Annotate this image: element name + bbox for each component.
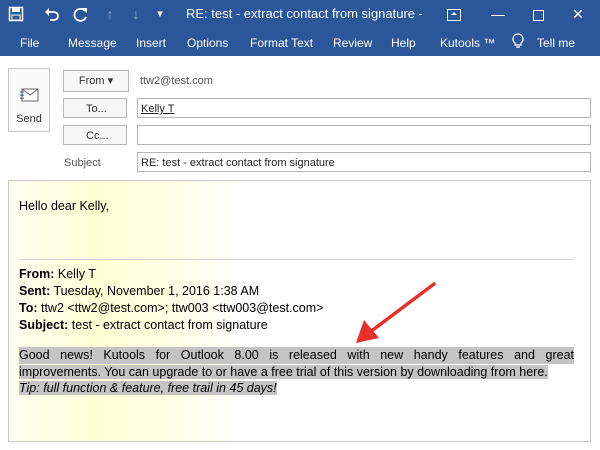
tab-review[interactable]: Review [333,36,372,50]
title-bar: ↑ ↓ ▾ RE: test - extract contact from si… [0,0,600,28]
quoted-sent-value: Tuesday, November 1, 2016 1:38 AM [50,284,260,298]
ribbon-display-options-button[interactable] [432,0,476,28]
tab-message[interactable]: Message [68,36,117,50]
quote-divider [19,259,574,260]
minimize-button[interactable]: — [476,0,520,28]
subject-label: Subject [64,157,101,169]
to-button[interactable]: To... [63,98,127,118]
quoted-sent-label: Sent: [19,284,51,298]
greeting-text: Hello dear Kelly, [19,199,110,213]
to-recipient[interactable]: Kelly T [141,103,174,115]
from-address: ttw2@test.com [140,75,213,87]
quoted-from-value: Kelly T [54,267,96,281]
tip-text: Tip: full function & feature, free trail… [19,381,277,395]
send-label: Send [16,113,42,125]
lightbulb-icon [512,33,524,53]
subject-field[interactable]: RE: test - extract contact from signatur… [137,152,591,172]
undo-icon[interactable] [44,6,60,22]
tab-kutools[interactable]: Kutools ™ [440,36,495,50]
news-paragraph: Good news! Kutools for Outlook 8.00 is r… [19,347,574,381]
save-icon[interactable] [8,6,24,22]
tab-file[interactable]: File [20,36,39,50]
quoted-to-value: ttw2 <ttw2@test.com>; ttw003 <ttw003@tes… [37,301,324,315]
ribbon-tabs: File Message Insert Options Format Text … [0,28,600,56]
arrow-up-icon[interactable]: ↑ [102,6,118,22]
quoted-subject-label: Subject: [19,318,69,332]
tab-format-text[interactable]: Format Text [250,36,313,50]
maximize-button[interactable] [516,0,560,28]
quoted-to-label: To: [19,301,38,315]
quoted-subject-value: test - extract contact from signature [68,318,268,332]
close-button[interactable]: ✕ [556,0,600,28]
quoted-sent: Sent: Tuesday, November 1, 2016 1:38 AM [19,284,259,298]
from-button[interactable]: From ▾ [63,70,129,92]
send-button[interactable]: Send [8,68,50,132]
quoted-subject: Subject: test - extract contact from sig… [19,318,268,332]
quoted-from-label: From: [19,267,55,281]
news-line-2: improvements. You can upgrade to or have… [19,365,548,379]
customize-quick-access-icon[interactable]: ▾ [152,6,168,22]
tab-help[interactable]: Help [391,36,416,50]
window-title: RE: test - extract contact from signatur… [186,6,422,21]
to-field[interactable]: Kelly T [137,98,591,118]
news-line-1: Good news! Kutools for Outlook 8.00 is r… [19,347,574,364]
cc-button[interactable]: Cc... [63,125,127,145]
annotation-arrow-icon [356,282,436,343]
cc-field[interactable] [137,125,591,145]
tab-insert[interactable]: Insert [136,36,166,50]
message-body[interactable]: Hello dear Kelly, From: Kelly T Sent: Tu… [8,180,591,442]
send-envelope-icon [20,87,40,110]
tell-me-search[interactable]: Tell me [537,36,575,50]
quoted-from: From: Kelly T [19,267,96,281]
quoted-to: To: ttw2 <ttw2@test.com>; ttw003 <ttw003… [19,301,323,315]
arrow-down-icon[interactable]: ↓ [128,6,144,22]
tab-options[interactable]: Options [187,36,228,50]
redo-icon[interactable] [73,6,89,22]
